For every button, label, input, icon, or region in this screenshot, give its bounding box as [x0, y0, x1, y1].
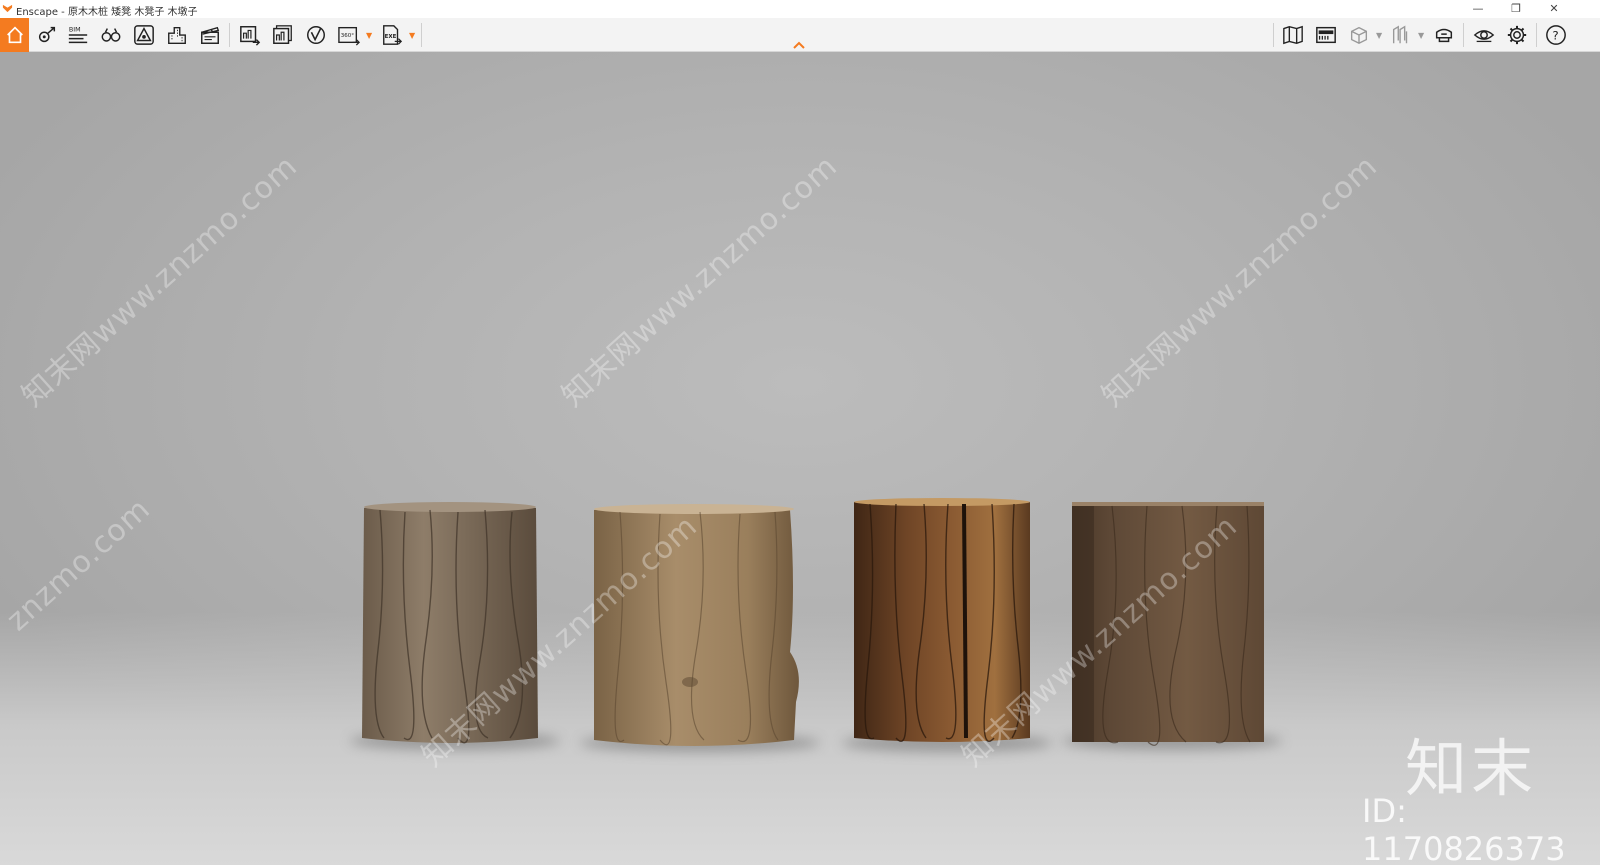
- svg-text:EXE: EXE: [385, 34, 397, 40]
- view-management-icon: [38, 26, 56, 43]
- svg-text:BIM: BIM: [69, 25, 81, 33]
- material-editor-icon: [1316, 26, 1336, 44]
- buildings-button[interactable]: [162, 20, 192, 50]
- panorama-dropdown-chevron-icon[interactable]: ▼: [366, 31, 372, 40]
- material-editor-button[interactable]: [1311, 20, 1341, 50]
- bim-icon: BIM: [68, 25, 88, 44]
- export-exe-icon: EXE: [383, 25, 403, 45]
- render-screenshot-button[interactable]: [235, 20, 265, 50]
- bim-button[interactable]: BIM: [63, 20, 93, 50]
- toolbar-separator: [229, 23, 230, 47]
- buildings-icon: [168, 26, 186, 44]
- render-screenshot-icon: [240, 26, 261, 46]
- map-button[interactable]: [1278, 20, 1308, 50]
- help-icon: ?: [1546, 25, 1566, 45]
- batch-render-button[interactable]: [268, 20, 298, 50]
- render-viewport[interactable]: 知末网www.znzmo.com 知末网www.znzmo.com 知末网www…: [0, 52, 1600, 865]
- cube-icon: [1350, 26, 1368, 45]
- video-icon: [307, 26, 325, 44]
- settings-gear-icon: [1507, 25, 1527, 45]
- visibility-button[interactable]: [1469, 20, 1499, 50]
- collapse-toolbar-chevron-icon[interactable]: [792, 40, 806, 50]
- vr-headset-icon: [1435, 28, 1453, 43]
- panorama-button[interactable]: 360°: [334, 20, 364, 50]
- map-icon: [1283, 25, 1303, 45]
- vr-headset-button[interactable]: [1429, 20, 1459, 50]
- cube-dropdown-chevron-icon[interactable]: ▼: [1376, 31, 1382, 40]
- clapperboard-button[interactable]: [195, 20, 225, 50]
- help-button[interactable]: ?: [1541, 20, 1571, 50]
- section-icon: [1392, 25, 1408, 44]
- toolbar-separator: [1463, 23, 1464, 47]
- video-button[interactable]: [301, 20, 331, 50]
- export-exe-button[interactable]: EXE: [377, 20, 407, 50]
- image-id-label: ID: 1170826373: [1362, 792, 1566, 865]
- watermark-text: 知末网www.znzmo.com: [555, 148, 845, 414]
- home-icon: [6, 26, 23, 44]
- binoculars-button[interactable]: [96, 20, 126, 50]
- watermark-text: 知末网www.znzmo.com: [15, 148, 305, 414]
- enscape-logo-icon: [2, 4, 13, 13]
- eye-icon: [1473, 30, 1495, 43]
- main-toolbar: BIM 360° ▼ EXE ▼ ▼ ▼ ?: [0, 18, 1600, 52]
- binoculars-icon: [101, 28, 121, 42]
- section-button[interactable]: [1386, 20, 1416, 50]
- title-bar: Enscape - 原木木桩 矮凳 木凳子 木墩子 — ❐ ✕: [0, 0, 1600, 18]
- asset-library-button[interactable]: [129, 20, 159, 50]
- view-management-button[interactable]: [32, 20, 62, 50]
- svg-text:360°: 360°: [341, 33, 354, 39]
- section-dropdown-chevron-icon[interactable]: ▼: [1418, 31, 1424, 40]
- watermark-text: 知末网www.znzmo.com: [1095, 148, 1385, 414]
- home-button[interactable]: [0, 18, 29, 52]
- toolbar-separator: [421, 23, 422, 47]
- settings-button[interactable]: [1502, 20, 1532, 50]
- asset-library-icon: [134, 25, 154, 45]
- close-button[interactable]: ✕: [1531, 0, 1577, 18]
- toolbar-separator: [1273, 23, 1274, 47]
- window-title: Enscape - 原木木桩 矮凳 木凳子 木墩子: [16, 7, 198, 18]
- batch-render-icon: [273, 25, 292, 44]
- cube-button[interactable]: [1344, 20, 1374, 50]
- svg-text:?: ?: [1552, 29, 1558, 43]
- panorama-icon: 360°: [338, 26, 360, 46]
- clapperboard-icon: [201, 26, 220, 44]
- toolbar-separator: [1536, 23, 1537, 47]
- export-dropdown-chevron-icon[interactable]: ▼: [409, 31, 415, 40]
